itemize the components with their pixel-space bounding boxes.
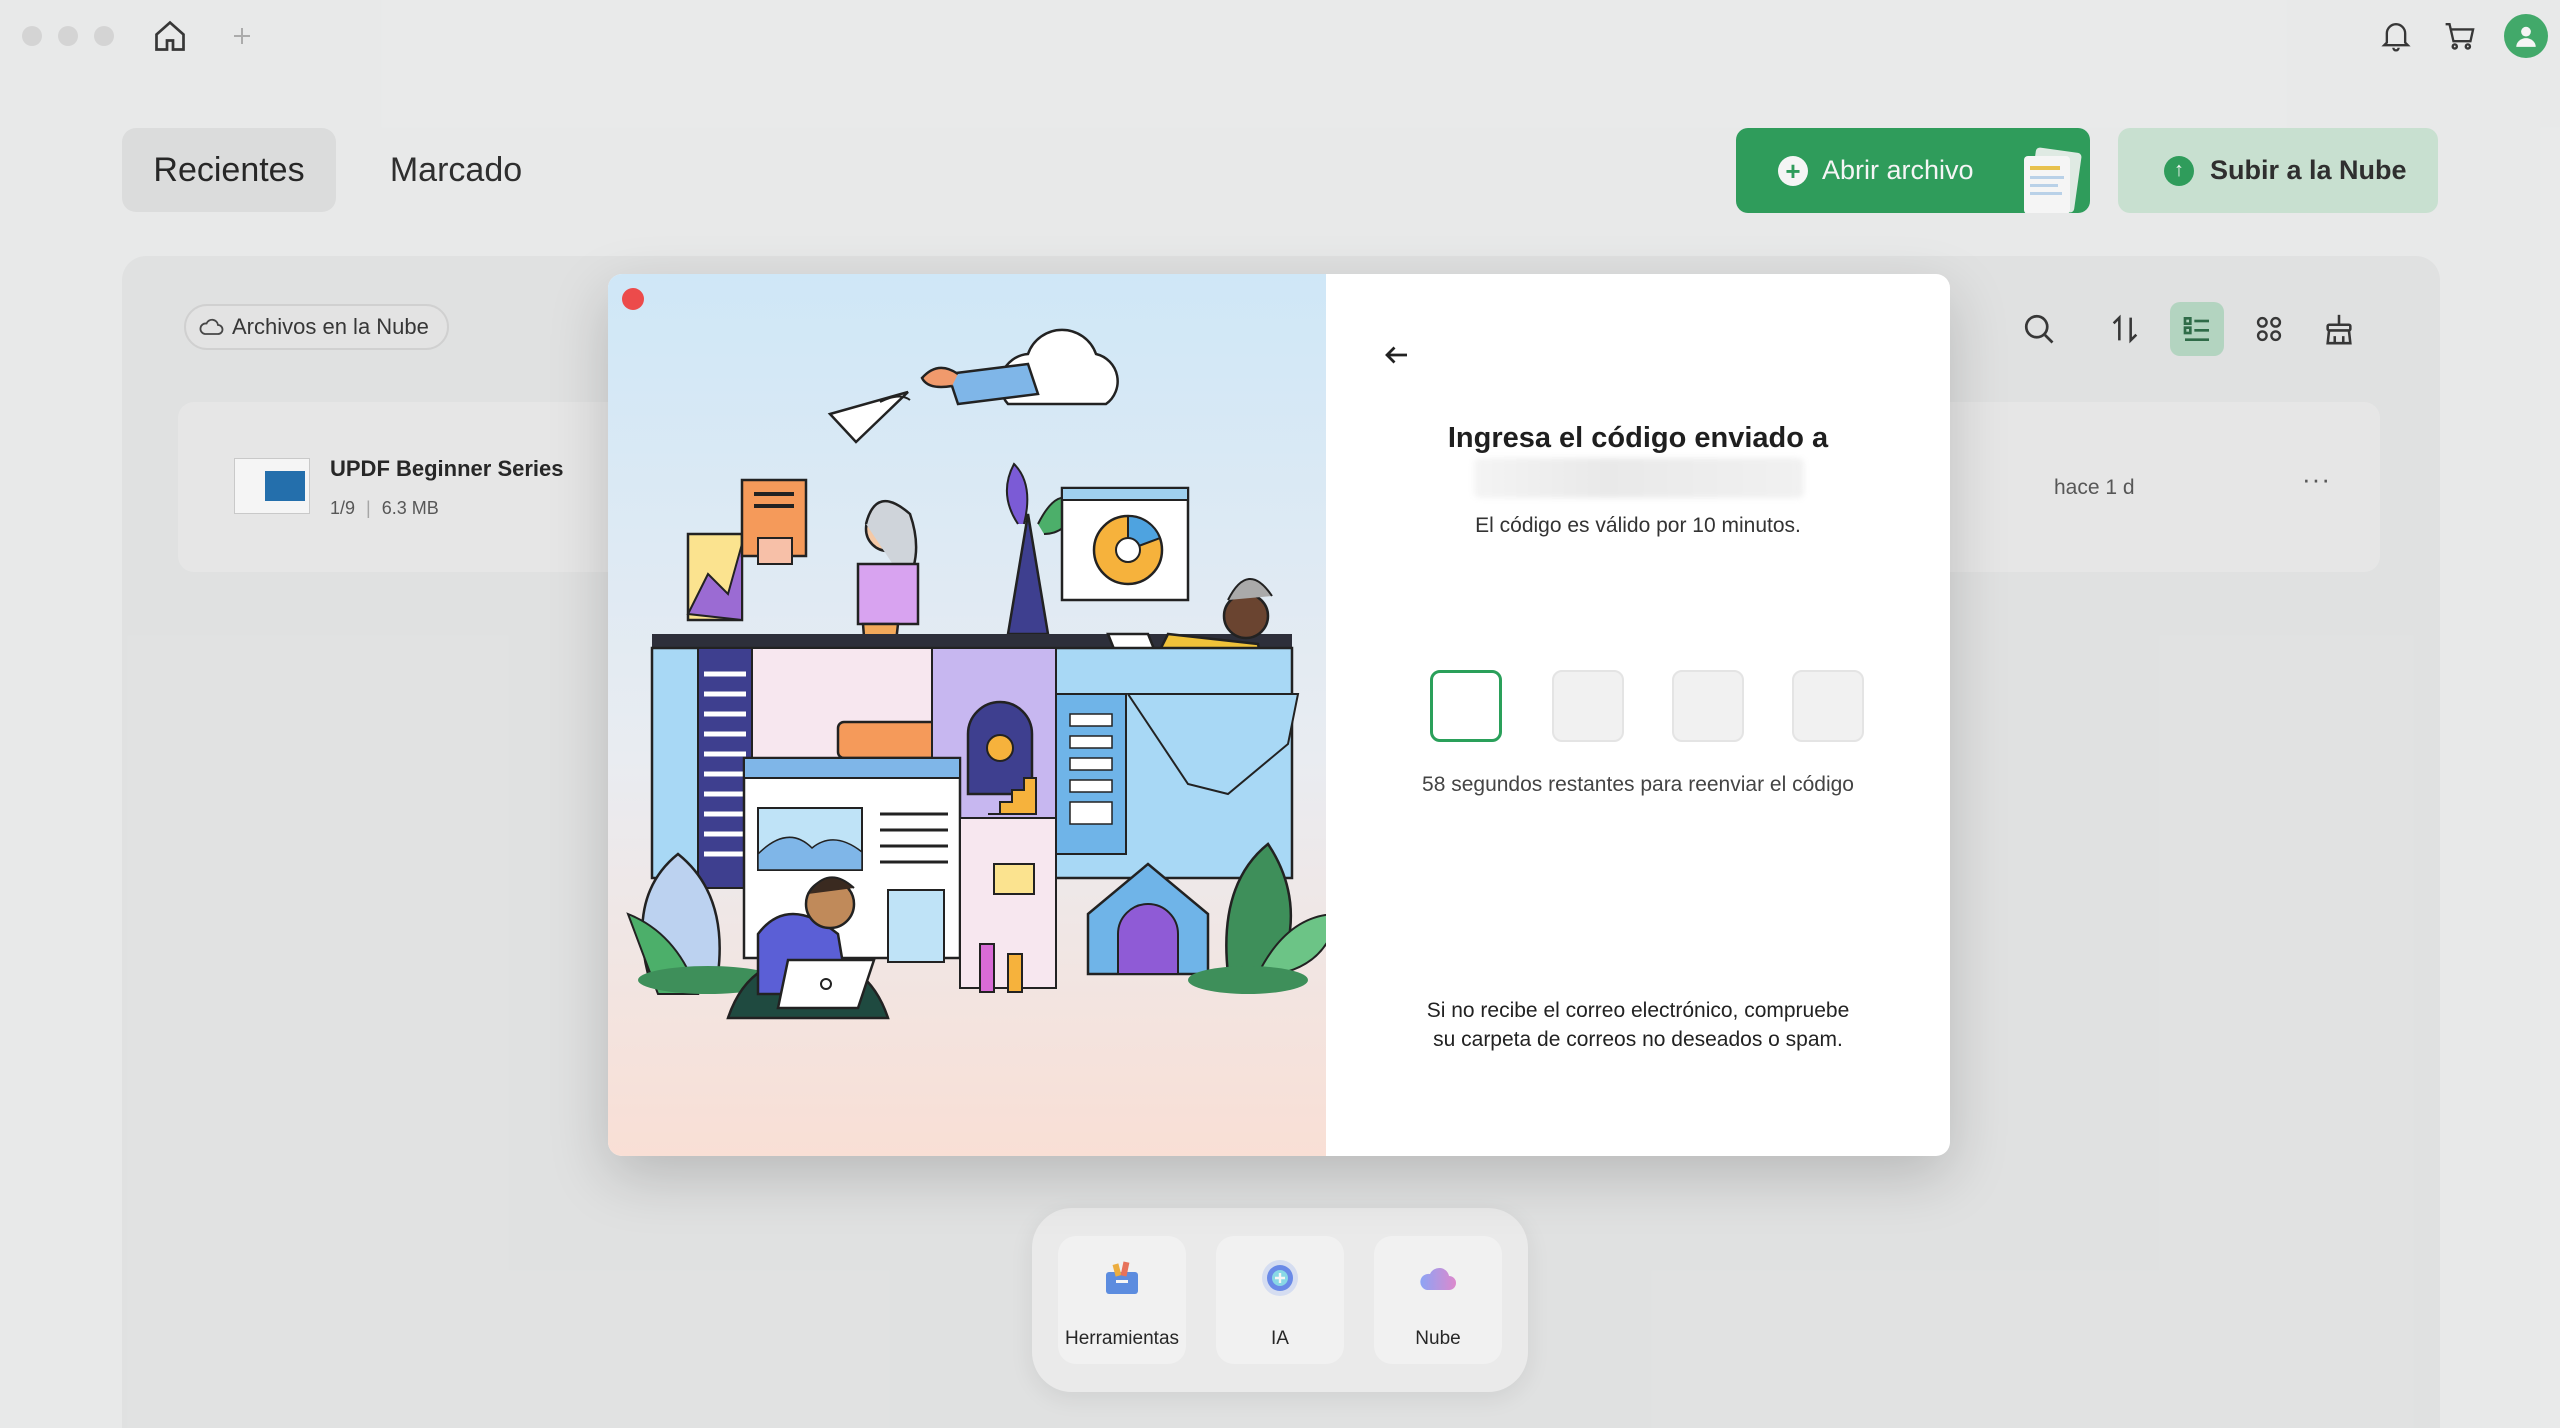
dialog-title: Ingresa el código enviado a [1447,422,1829,454]
code-digit-4[interactable] [1792,670,1864,742]
code-digit-3[interactable] [1672,670,1744,742]
dialog-close-button[interactable] [622,288,644,310]
verification-dialog: Ingresa el código enviado a El código es… [608,274,1950,1156]
resend-countdown: 58 segundos restantes para reenviar el c… [1422,773,1854,796]
workspace-illustration [608,274,1340,1156]
code-digit-2[interactable] [1552,670,1624,742]
verification-form: Ingresa el código enviado a El código es… [1326,274,1950,1156]
validity-note: El código es válido por 10 minutos. [1475,514,1801,537]
code-digit-1[interactable] [1430,670,1502,742]
back-arrow-icon[interactable] [1382,340,1412,378]
spam-hint: Si no recibe el correo electrónico, comp… [1426,999,1850,1051]
redacted-email [1474,458,1804,498]
